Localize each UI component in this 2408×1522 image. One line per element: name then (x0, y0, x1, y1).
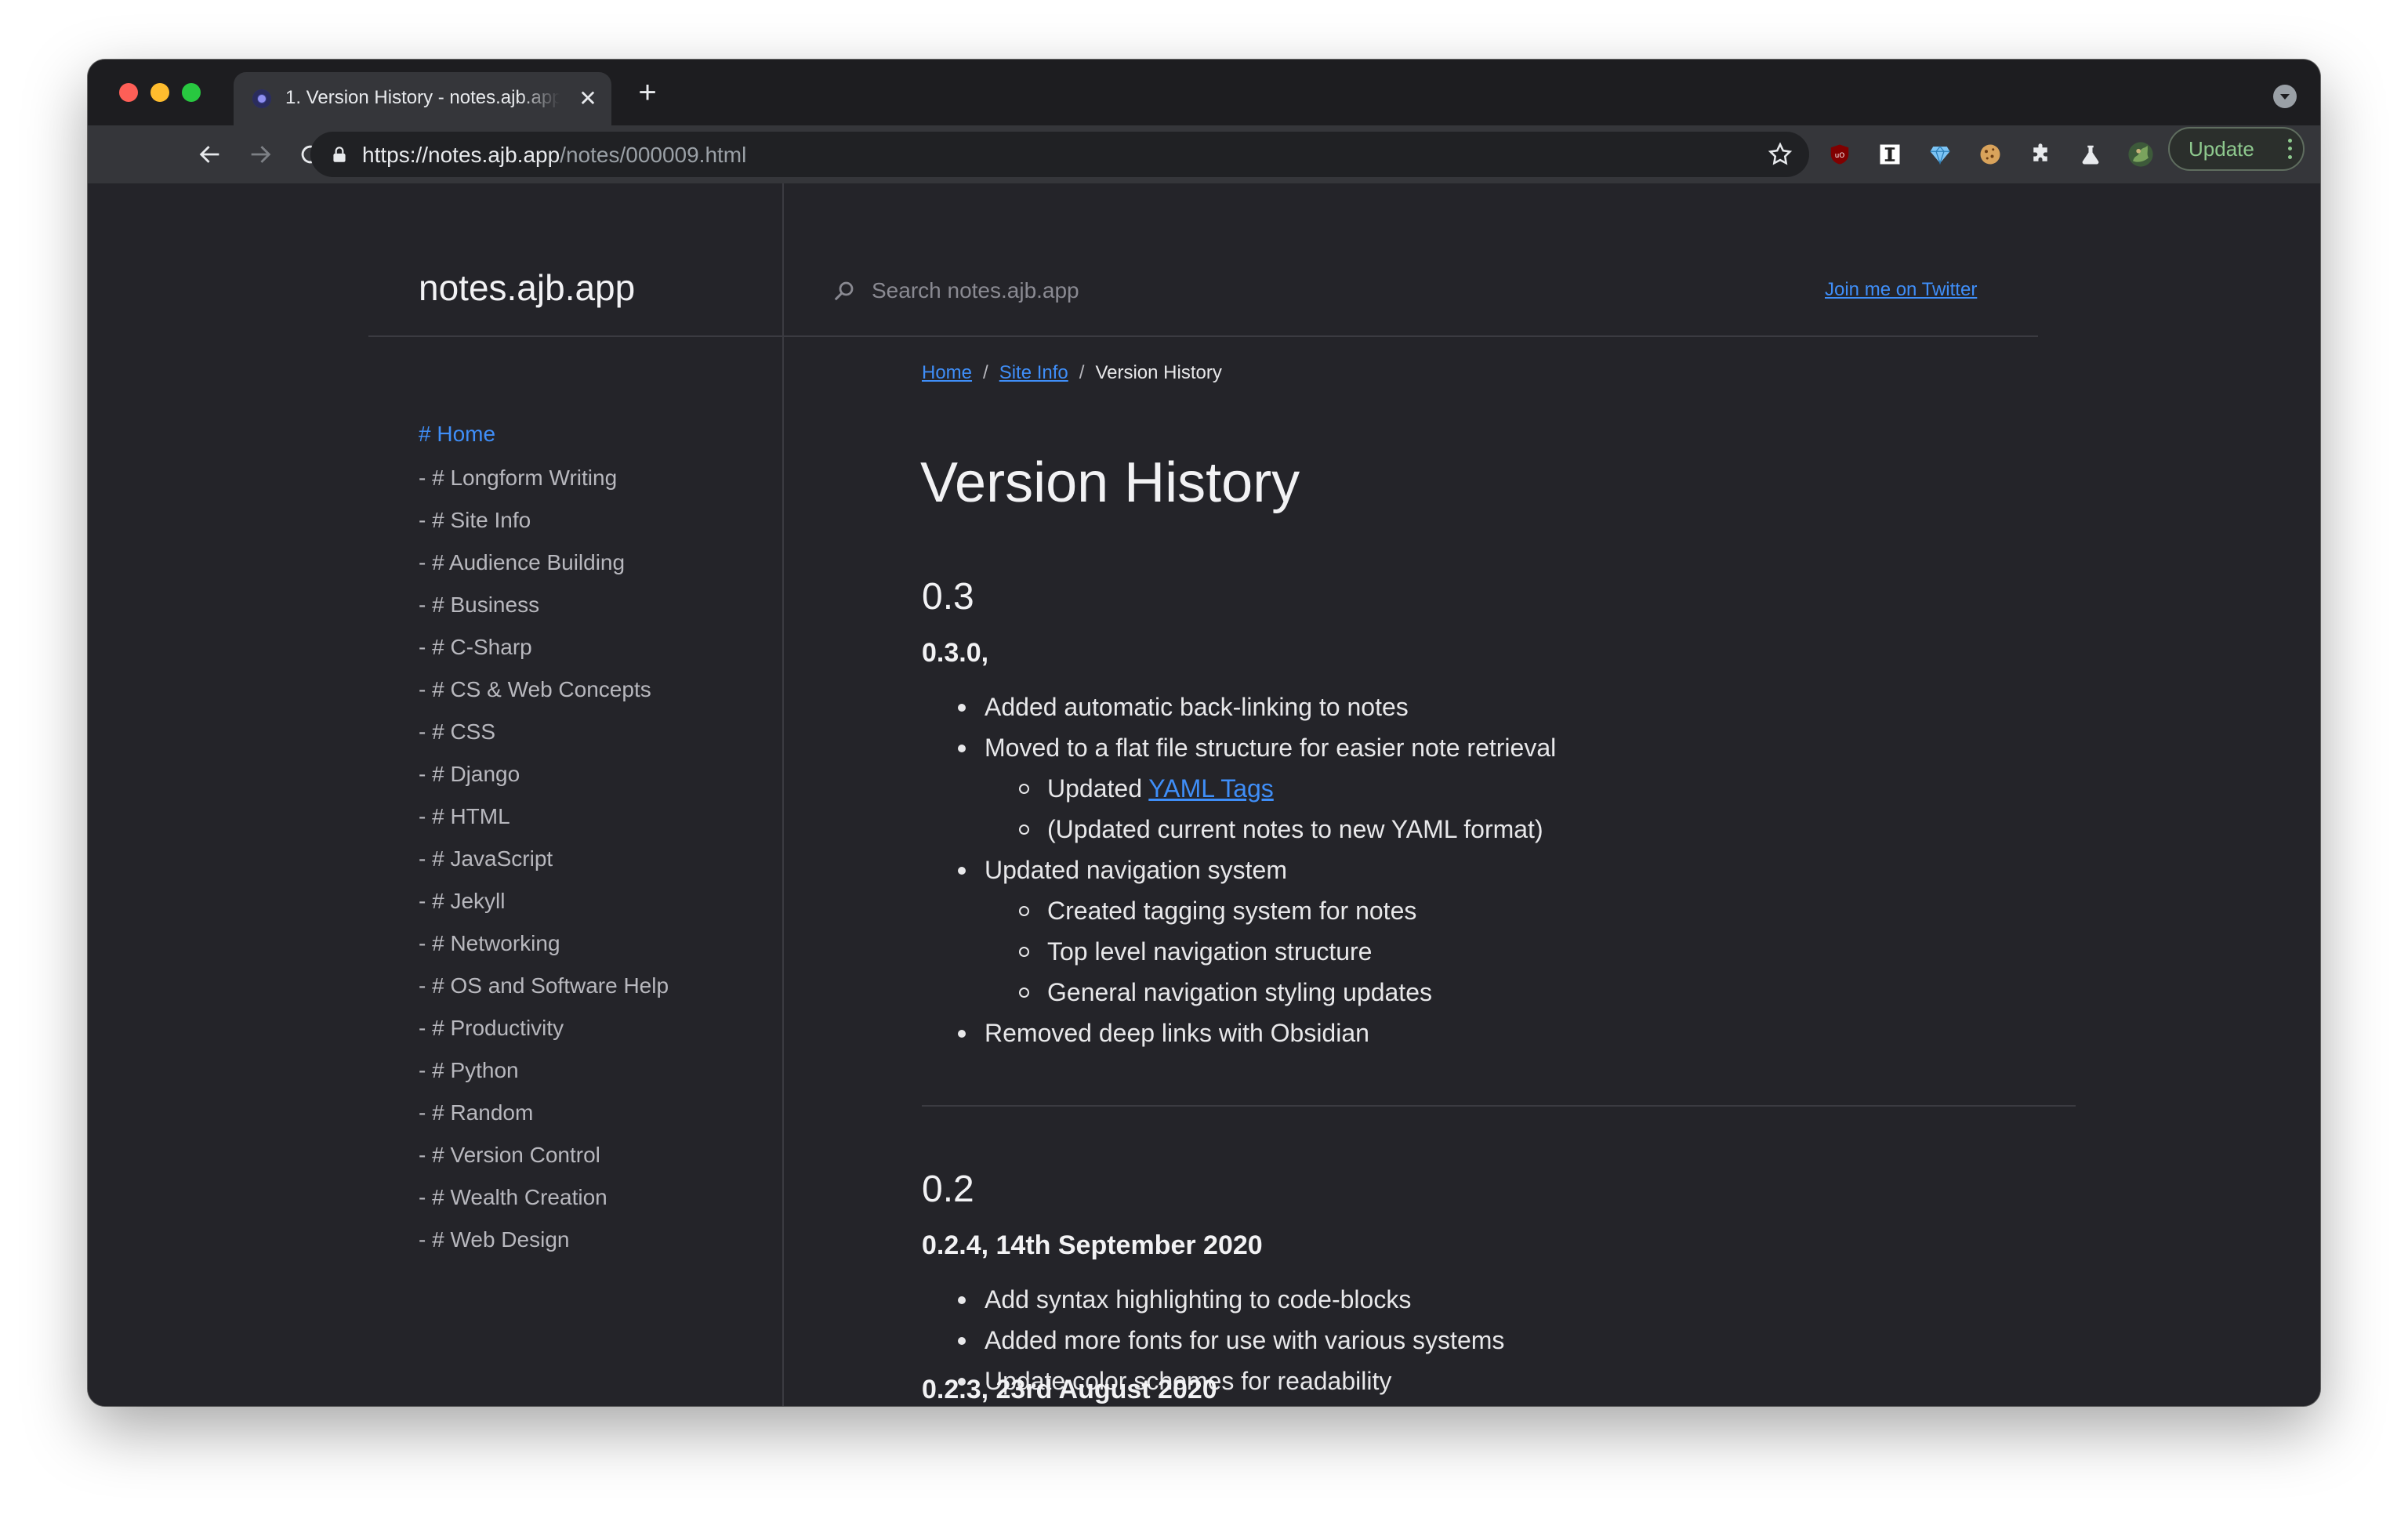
update-label: Update (2189, 137, 2254, 161)
forward-button[interactable] (241, 136, 279, 173)
diamond-icon[interactable] (1927, 141, 1953, 168)
list-item-text: Updated (1047, 774, 1149, 803)
sidebar-item-python[interactable]: - # Python (419, 1056, 669, 1099)
sidebar-item-productivity[interactable]: - # Productivity (419, 1014, 669, 1056)
more-menu-icon[interactable] (2287, 136, 2292, 161)
sidebar-item-networking[interactable]: - # Networking (419, 930, 669, 972)
url-host: https://notes.ajb.app (362, 143, 560, 167)
close-window-button[interactable] (119, 83, 138, 102)
list-item: Updated navigation system (922, 854, 1556, 895)
address-bar[interactable]: https://notes.ajb.app/notes/000009.html (310, 132, 1809, 177)
sidebar-item-web-design[interactable]: - # Web Design (419, 1226, 669, 1268)
list-item: (Updated current notes to new YAML forma… (922, 814, 1556, 854)
breadcrumb-current: Version History (1095, 362, 1222, 383)
search-icon (834, 281, 854, 301)
sidebar-item-css[interactable]: - # CSS (419, 718, 669, 760)
sidebar-nav: - # Longform Writing - # Site Info - # A… (419, 464, 669, 1268)
breadcrumb-site-info-link[interactable]: Site Info (999, 362, 1068, 383)
svg-text:uO: uO (1835, 152, 1845, 160)
instapaper-icon[interactable] (1877, 141, 1903, 168)
sidebar-item-site-info[interactable]: - # Site Info (419, 506, 669, 549)
twitter-link[interactable]: Join me on Twitter (1825, 279, 1977, 301)
section-heading-0-2: 0.2 (922, 1169, 974, 1210)
profile-avatar[interactable] (2127, 141, 2154, 168)
cookie-icon[interactable] (1977, 141, 2004, 168)
new-tab-button[interactable]: + (632, 77, 663, 108)
puzzle-icon[interactable] (2027, 141, 2054, 168)
update-button[interactable]: Update (2168, 127, 2305, 171)
list-item: Moved to a flat file structure for easie… (922, 732, 1556, 773)
release-notes-0-3-0: Added automatic back-linking to notes Mo… (922, 691, 1556, 1058)
tab-title: 1. Version History - notes.ajb.app (285, 87, 560, 108)
list-item: Top level navigation structure (922, 936, 1556, 977)
browser-tab[interactable]: 1. Version History - notes.ajb.app ✕ (234, 72, 611, 125)
site-title[interactable]: notes.ajb.app (419, 270, 635, 306)
browser-toolbar: https://notes.ajb.app/notes/000009.html … (88, 125, 2320, 183)
sidebar-item-longform-writing[interactable]: - # Longform Writing (419, 464, 669, 506)
sidebar-item-javascript[interactable]: - # JavaScript (419, 845, 669, 887)
release-heading-0-2-4: 0.2.4, 14th September 2020 (922, 1230, 1263, 1260)
site-favicon-icon (252, 89, 271, 108)
tab-strip: 1. Version History - notes.ajb.app ✕ + (88, 60, 2320, 125)
tab-search-button[interactable] (2273, 85, 2297, 108)
maximize-window-button[interactable] (182, 83, 201, 102)
sidebar-item-random[interactable]: - # Random (419, 1099, 669, 1141)
ublock-icon[interactable]: uO (1826, 141, 1853, 168)
release-heading-0-2-3: 0.2.3, 23rd August 2020 (922, 1375, 1217, 1404)
sidebar-item-audience-building[interactable]: - # Audience Building (419, 549, 669, 591)
bookmark-star-icon[interactable] (1767, 141, 1793, 168)
list-item: Created tagging system for notes (922, 895, 1556, 936)
sidebar-item-django[interactable]: - # Django (419, 760, 669, 803)
list-item: Added automatic back-linking to notes (922, 691, 1556, 732)
sidebar-item-c-sharp[interactable]: - # C-Sharp (419, 633, 669, 676)
breadcrumb-separator: / (983, 362, 988, 383)
tab-close-icon[interactable]: ✕ (575, 86, 600, 111)
arrow-right-icon (251, 146, 271, 163)
breadcrumb: Home / Site Info / Version History (922, 362, 1222, 384)
list-item: Updated YAML Tags (922, 773, 1556, 814)
breadcrumb-separator: / (1079, 362, 1085, 383)
sidebar-item-os-software-help[interactable]: - # OS and Software Help (419, 972, 669, 1014)
sidebar-item-cs-web-concepts[interactable]: - # CS & Web Concepts (419, 676, 669, 718)
url-path: /notes/000009.html (560, 143, 747, 167)
list-item: Added more fonts for use with various sy… (922, 1325, 1504, 1365)
list-item: Removed deep links with Obsidian (922, 1017, 1556, 1058)
sidebar-item-version-control[interactable]: - # Version Control (419, 1141, 669, 1183)
sidebar-divider (782, 183, 784, 1406)
url-text[interactable]: https://notes.ajb.app/notes/000009.html (362, 143, 746, 168)
release-heading-0-3-0: 0.3.0, (922, 638, 989, 668)
lock-icon (333, 147, 346, 162)
breadcrumb-home-link[interactable]: Home (922, 362, 972, 383)
arrow-left-icon (199, 146, 219, 163)
sidebar-item-html[interactable]: - # HTML (419, 803, 669, 845)
list-item: Add syntax highlighting to code-blocks (922, 1284, 1504, 1325)
browser-window: 1. Version History - notes.ajb.app ✕ + h… (88, 60, 2320, 1406)
back-button[interactable] (191, 136, 229, 173)
sidebar-item-wealth-creation[interactable]: - # Wealth Creation (419, 1183, 669, 1226)
list-item: General navigation styling updates (922, 977, 1556, 1017)
header-divider (368, 335, 2038, 337)
section-divider (922, 1105, 2076, 1107)
sidebar-item-jekyll[interactable]: - # Jekyll (419, 887, 669, 930)
sidebar-item-business[interactable]: - # Business (419, 591, 669, 633)
search-input[interactable] (870, 274, 1344, 307)
section-heading-0-3: 0.3 (922, 576, 974, 618)
page-title: Version History (920, 451, 1300, 514)
flask-icon[interactable] (2077, 141, 2104, 168)
web-page: notes.ajb.app Join me on Twitter # Home … (88, 183, 2320, 1406)
minimize-window-button[interactable] (150, 83, 169, 102)
sidebar-item-home[interactable]: # Home (419, 422, 495, 447)
yaml-tags-link[interactable]: YAML Tags (1148, 774, 1273, 803)
